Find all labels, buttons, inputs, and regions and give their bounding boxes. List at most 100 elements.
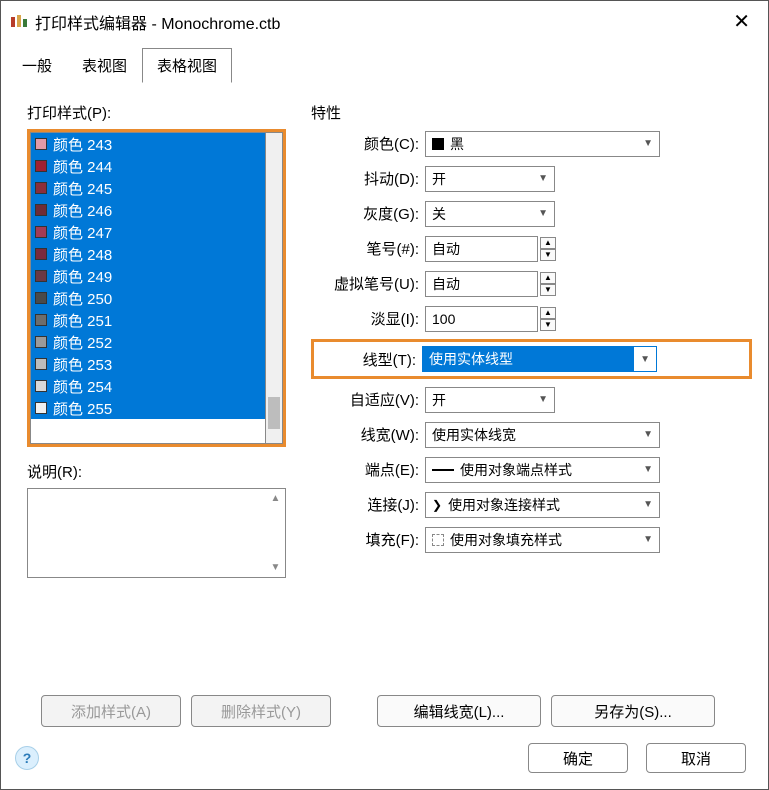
dither-value: 开 [432,169,446,189]
spin-up-icon[interactable]: ▲ [540,237,556,249]
color-swatch-icon [35,402,47,414]
list-item[interactable]: 颜色 247 [31,221,265,243]
spin-up-icon[interactable]: ▲ [540,272,556,284]
list-item[interactable]: 颜色 250 [31,287,265,309]
label-color: 颜色(C): [311,133,425,154]
scroll-down-icon[interactable]: ▼ [267,559,284,576]
chevron-down-icon: ▼ [538,208,548,219]
chevron-down-icon: ▼ [643,138,653,149]
combo-gray[interactable]: 关 ▼ [425,201,555,227]
label-join: 连接(J): [311,494,425,515]
combo-endcap[interactable]: 使用对象端点样式 ▼ [425,457,660,483]
gray-value: 关 [432,204,446,224]
color-swatch-icon [35,358,47,370]
endcap-value: 使用对象端点样式 [460,460,572,480]
dialog-window: 打印样式编辑器 - Monochrome.ctb ✕ 一般 表视图 表格视图 打… [0,0,769,790]
scroll-up-icon[interactable]: ▲ [267,490,284,507]
fade-value: 100 [432,311,455,327]
vpen-spinner[interactable]: ▲ ▼ [540,272,556,296]
chevron-down-icon: ▼ [634,354,656,365]
row-vpen: 虚拟笔号(U): 自动 ▲ ▼ [311,269,752,298]
black-swatch-icon [432,138,444,150]
row-lineweight: 线宽(W): 使用实体线宽 ▼ [311,420,752,449]
combo-fill[interactable]: 使用对象填充样式 ▼ [425,527,660,553]
fade-spinner[interactable]: ▲ ▼ [540,307,556,331]
list-item[interactable]: 颜色 251 [31,309,265,331]
list-item[interactable]: 颜色 243 [31,133,265,155]
tab-formview[interactable]: 表格视图 [142,48,232,83]
add-style-button[interactable]: 添加样式(A) [41,695,181,727]
edit-lineweight-button[interactable]: 编辑线宽(L)... [377,695,541,727]
color-swatch-icon [35,292,47,304]
list-item[interactable]: 颜色 252 [31,331,265,353]
combo-join[interactable]: ❯ 使用对象连接样式 ▼ [425,492,660,518]
chevron-down-icon: ▼ [643,429,653,440]
styles-listbox[interactable]: 颜色 243颜色 244颜色 245颜色 246颜色 247颜色 248颜色 2… [30,132,266,444]
chevron-down-icon: ▼ [643,499,653,510]
list-item-label: 颜色 252 [53,332,112,353]
row-dither: 抖动(D): 开 ▼ [311,164,752,193]
save-as-button[interactable]: 另存为(S)... [551,695,715,727]
list-item[interactable]: 颜色 248 [31,243,265,265]
properties-label: 特性 [311,102,752,123]
titlebar: 打印样式编辑器 - Monochrome.ctb ✕ [1,1,768,42]
join-value: 使用对象连接样式 [448,495,560,515]
list-item[interactable]: 颜色 249 [31,265,265,287]
app-icon [11,15,27,29]
list-item-label: 颜色 249 [53,266,112,287]
list-item-label: 颜色 248 [53,244,112,265]
label-pen: 笔号(#): [311,238,425,259]
row-adaptive: 自适应(V): 开 ▼ [311,385,752,414]
label-linetype: 线型(T): [314,349,422,370]
label-adaptive: 自适应(V): [311,389,425,410]
miter-join-icon: ❯ [432,498,442,512]
list-item[interactable]: 颜色 255 [31,397,265,419]
delete-style-button[interactable]: 删除样式(Y) [191,695,331,727]
scrollbar-thumb[interactable] [268,397,280,429]
color-swatch-icon [35,226,47,238]
list-item[interactable]: 颜色 246 [31,199,265,221]
spin-up-icon[interactable]: ▲ [540,307,556,319]
help-icon[interactable]: ? [15,746,39,770]
description-textarea[interactable]: ▲ ▼ [27,488,286,578]
list-item-label: 颜色 247 [53,222,112,243]
right-column: 特性 颜色(C): 黑 ▼ 抖动(D): 开 [311,102,752,683]
cancel-button[interactable]: 取消 [646,743,746,773]
label-vpen: 虚拟笔号(U): [311,273,425,294]
chevron-down-icon: ▼ [538,394,548,405]
combo-dither[interactable]: 开 ▼ [425,166,555,192]
listbox-scrollbar[interactable] [266,132,283,444]
chevron-down-icon: ▼ [538,173,548,184]
list-item-label: 颜色 254 [53,376,112,397]
list-item[interactable]: 颜色 245 [31,177,265,199]
label-lineweight: 线宽(W): [311,424,425,445]
combo-linetype[interactable]: 使用实体线型 ▼ [422,346,657,372]
input-fade[interactable]: 100 [425,306,538,332]
tab-general[interactable]: 一般 [7,48,67,83]
pen-spinner[interactable]: ▲ ▼ [540,237,556,261]
color-value: 黑 [450,134,464,154]
footer: ? 确定 取消 [1,733,768,789]
combo-adaptive[interactable]: 开 ▼ [425,387,555,413]
list-item[interactable]: 颜色 244 [31,155,265,177]
combo-lineweight[interactable]: 使用实体线宽 ▼ [425,422,660,448]
close-icon[interactable]: ✕ [725,7,758,36]
label-dither: 抖动(D): [311,168,425,189]
list-item[interactable]: 颜色 254 [31,375,265,397]
ok-button[interactable]: 确定 [528,743,628,773]
combo-color[interactable]: 黑 ▼ [425,131,660,157]
list-item-label: 颜色 243 [53,134,112,155]
spin-down-icon[interactable]: ▼ [540,249,556,261]
list-item-label: 颜色 253 [53,354,112,375]
label-endcap: 端点(E): [311,459,425,480]
chevron-down-icon: ▼ [643,464,653,475]
tab-tableview[interactable]: 表视图 [67,48,142,83]
color-swatch-icon [35,182,47,194]
spin-down-icon[interactable]: ▼ [540,319,556,331]
spin-down-icon[interactable]: ▼ [540,284,556,296]
input-pen[interactable]: 自动 [425,236,538,262]
input-vpen[interactable]: 自动 [425,271,538,297]
adaptive-value: 开 [432,390,446,410]
lineweight-value: 使用实体线宽 [432,425,516,445]
list-item[interactable]: 颜色 253 [31,353,265,375]
